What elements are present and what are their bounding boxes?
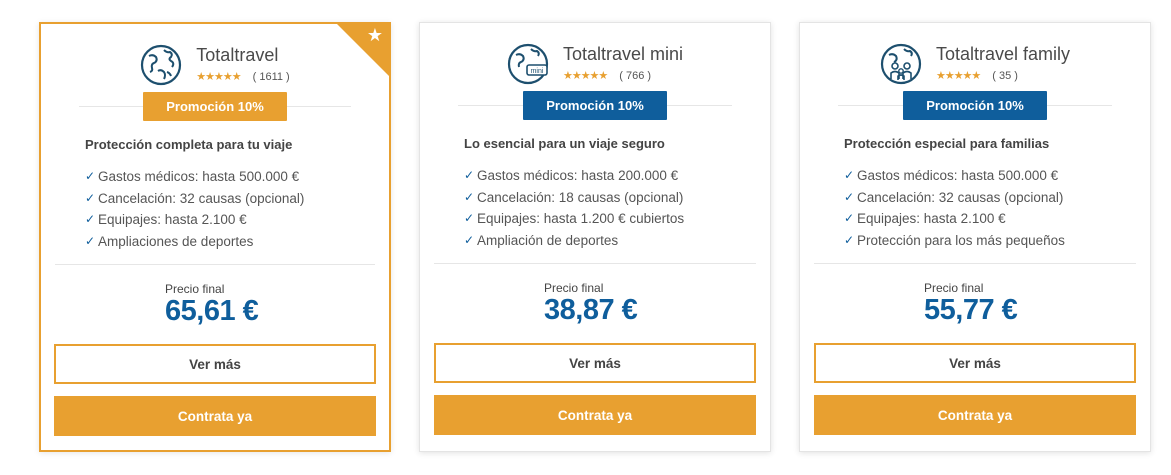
buy-now-button[interactable]: Contrata ya [54, 396, 376, 436]
promo-badge: Promoción 10% [143, 92, 287, 121]
rating: ★★★★★ ( 1611 ) [196, 70, 289, 83]
feature-item: ✓ Cancelación: 32 causas (opcional) [844, 187, 1140, 209]
rating-count: ( 35 ) [992, 69, 1018, 82]
plan-header: mini Totaltravel mini ★★★★★ ( 766 ) [420, 43, 770, 85]
check-icon: ✓ [844, 232, 855, 247]
feature-item: ✓ Protección para los más pequeños [844, 230, 1140, 252]
plan-name: Totaltravel family [935, 44, 1071, 64]
feature-item: ✓ Equipajes: hasta 2.100 € [844, 208, 1140, 230]
check-icon: ✓ [844, 189, 855, 204]
check-icon: ✓ [464, 189, 475, 204]
plan-subtitle: Lo esencial para un viaje seguro [464, 136, 665, 151]
feature-list: ✓ Gastos médicos: hasta 200.000 € ✓ Cancel… [464, 165, 760, 251]
star-icon: ★ [366, 25, 383, 46]
feature-item: ✓ Gastos médicos: hasta 200.000 € [464, 165, 760, 187]
buy-now-button[interactable]: Contrata ya [814, 395, 1136, 435]
rating: ★★★★★ ( 35 ) [936, 69, 1070, 82]
divider [434, 263, 756, 264]
divider [814, 263, 1136, 264]
feature-list: ✓ Gastos médicos: hasta 500.000 € ✓ Cancel… [85, 166, 379, 252]
feature-item: ✓ Cancelación: 18 causas (opcional) [464, 187, 760, 209]
plan-header: Totaltravel ★★★★★ ( 1611 ) [41, 44, 389, 86]
feature-item: ✓ Equipajes: hasta 2.100 € [85, 209, 379, 231]
check-icon: ✓ [85, 190, 96, 205]
feature-item: ✓ Cancelación: 32 causas (opcional) [85, 188, 379, 210]
svg-text:mini: mini [531, 68, 544, 75]
price-label: Precio final [165, 282, 225, 296]
promo-badge: Promoción 10% [523, 91, 667, 120]
feature-item: ✓ Ampliaciones de deportes [85, 231, 379, 253]
check-icon: ✓ [85, 233, 96, 248]
check-icon: ✓ [464, 168, 475, 182]
price-value: 55,77 € [924, 294, 1018, 326]
see-more-button[interactable]: Ver más [54, 344, 376, 384]
check-icon: ✓ [464, 211, 475, 225]
rating-stars: ★★★★★ [935, 69, 981, 82]
check-icon: ✓ [464, 232, 475, 247]
price-value: 65,61 € [165, 295, 259, 327]
plan-subtitle: Protección completa para tu viaje [85, 137, 293, 152]
plan-card-totaltravel: ★ Totaltravel ★★★★★ ( 1611 ) Promoción 1… [39, 22, 391, 452]
rating: ★★★★★ ( 766 ) [563, 69, 683, 82]
check-icon: ✓ [844, 211, 855, 225]
rating-stars: ★★★★★ [196, 70, 241, 83]
feature-item: ✓ Equipajes: hasta 1.200 € cubiertos [464, 208, 760, 230]
feature-item: ✓ Ampliación de deportes [464, 230, 760, 252]
plan-card-totaltravel-family: Totaltravel family ★★★★★ ( 35 ) Promoció… [799, 22, 1151, 452]
check-icon: ✓ [85, 212, 96, 226]
plan-name: Totaltravel [196, 45, 279, 65]
feature-list: ✓ Gastos médicos: hasta 500.000 € ✓ Cancel… [844, 165, 1140, 251]
globe-family-icon [880, 43, 922, 85]
plan-header: Totaltravel family ★★★★★ ( 35 ) [800, 43, 1150, 85]
globe-mini-icon: mini [507, 43, 549, 85]
check-icon: ✓ [844, 168, 855, 182]
rating-count: ( 766 ) [619, 69, 652, 82]
check-icon: ✓ [85, 169, 96, 183]
plan-card-totaltravel-mini: mini Totaltravel mini ★★★★★ ( 766 ) Prom… [419, 22, 771, 452]
price-value: 38,87 € [544, 294, 638, 326]
promo-badge: Promoción 10% [903, 91, 1047, 120]
see-more-button[interactable]: Ver más [814, 343, 1136, 383]
price-label: Precio final [924, 281, 984, 295]
divider [55, 264, 375, 265]
feature-item: ✓ Gastos médicos: hasta 500.000 € [844, 165, 1140, 187]
rating-stars: ★★★★★ [562, 69, 608, 82]
globe-icon [140, 44, 182, 86]
price-label: Precio final [544, 281, 604, 295]
rating-count: ( 1611 ) [252, 70, 290, 83]
plan-name: Totaltravel mini [562, 44, 684, 64]
see-more-button[interactable]: Ver más [434, 343, 756, 383]
feature-item: ✓ Gastos médicos: hasta 500.000 € [85, 166, 379, 188]
plan-subtitle: Protección especial para familias [844, 136, 1050, 151]
buy-now-button[interactable]: Contrata ya [434, 395, 756, 435]
